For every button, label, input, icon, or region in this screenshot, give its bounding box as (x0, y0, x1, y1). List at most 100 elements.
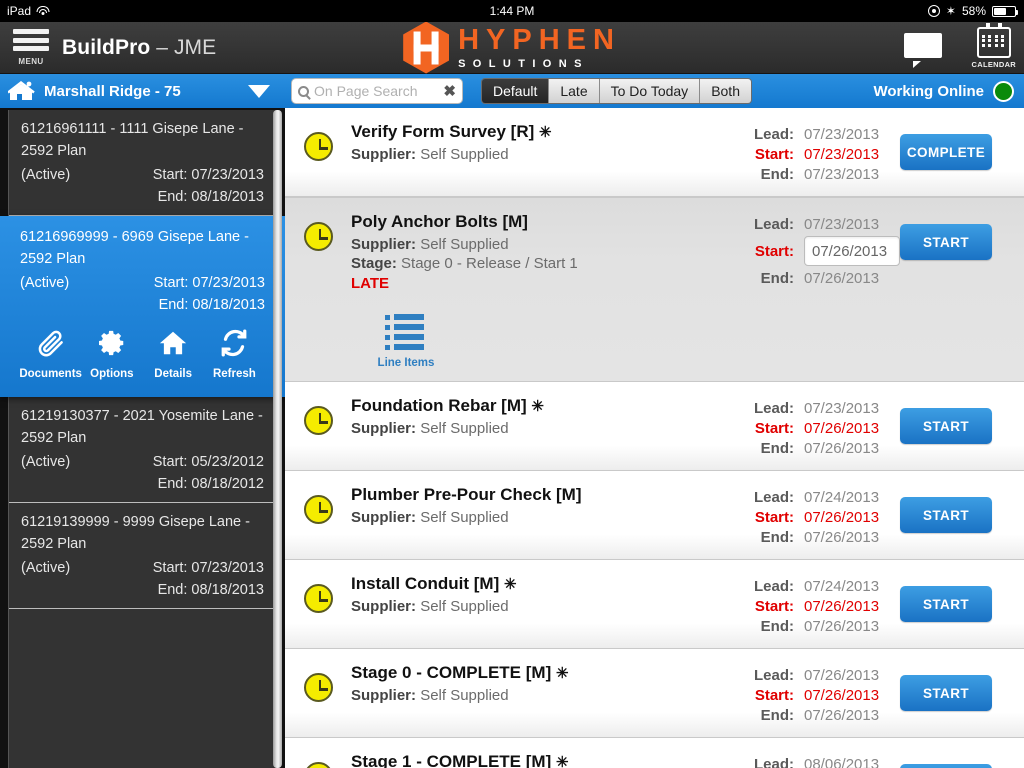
start-value: 07/23/2013 (804, 146, 900, 163)
job-toolbar: Marshall Ridge - 75 ✖ Default Late To Do… (0, 74, 1024, 108)
line-items-button[interactable]: Line Items (369, 314, 443, 369)
table-row[interactable]: Verify Form Survey [R] ✳ Supplier: Self … (285, 108, 1024, 197)
documents-button[interactable]: Documents (22, 328, 80, 385)
end-value: 07/26/2013 (804, 270, 900, 287)
chevron-down-icon[interactable] (248, 85, 270, 98)
task-supplier: Supplier: Self Supplied (351, 420, 702, 437)
hyphen-hexagon-logo (403, 22, 449, 74)
task-name-text: Plumber Pre-Pour Check [M] (351, 485, 582, 504)
job-selector[interactable]: Marshall Ridge - 75 (0, 74, 285, 108)
task-action-cell: START (900, 485, 1024, 533)
calendar-tab-left (986, 23, 990, 29)
task-name: Stage 1 - COMPLETE [M] ✳ (351, 752, 702, 768)
task-action-cell: START (900, 752, 1024, 768)
supplier-label: Supplier: (351, 146, 416, 163)
table-row[interactable]: Stage 0 - COMPLETE [M] ✳ Supplier: Self … (285, 649, 1024, 738)
refresh-label: Refresh (213, 363, 256, 385)
lead-value: 07/23/2013 (804, 400, 900, 417)
filter-to-do-today[interactable]: To Do Today (600, 79, 701, 103)
battery-percent: 58% (962, 4, 986, 18)
start-value: 07/26/2013 (804, 598, 900, 615)
supplier-label: Supplier: (351, 687, 416, 704)
lead-row: Lead: 08/06/2013 (710, 754, 900, 768)
task-name-text: Stage 1 - COMPLETE [M] (351, 752, 551, 768)
hamburger-bars (13, 29, 49, 55)
table-row-expanded[interactable]: Poly Anchor Bolts [M] Supplier: Self Sup… (285, 197, 1024, 382)
end-row: End: 07/26/2013 (710, 268, 900, 288)
table-row[interactable]: Plumber Pre-Pour Check [M] Supplier: Sel… (285, 471, 1024, 560)
supplier-value: Self Supplied (420, 687, 508, 704)
start-button[interactable]: START (900, 764, 992, 768)
job-status-row: (Active) Start: 07/23/2013 (20, 272, 265, 294)
task-dates: Lead: 07/23/2013 Start: 07/26/2013 End: … (710, 396, 900, 458)
table-row[interactable]: Install Conduit [M] ✳ Supplier: Self Sup… (285, 560, 1024, 649)
ios-status-bar: iPad 1:44 PM ✶ 58% (0, 0, 1024, 22)
search-input-wrapper[interactable]: ✖ (291, 78, 463, 104)
asterisk-icon: ✳ (556, 754, 569, 768)
lead-value: 07/23/2013 (804, 126, 900, 143)
search-input[interactable] (314, 83, 440, 99)
supplier-label: Supplier: (351, 509, 416, 526)
lead-value: 07/23/2013 (804, 216, 900, 233)
end-value: 07/26/2013 (804, 529, 900, 546)
lead-label: Lead: (738, 216, 794, 233)
list-item[interactable]: 61219130377 - 2021 Yosemite Lane - 2592 … (9, 397, 276, 503)
start-button[interactable]: START (900, 224, 992, 260)
refresh-button[interactable]: Refresh (205, 328, 263, 385)
job-start: Start: 05/23/2012 (153, 451, 264, 473)
asterisk-icon: ✳ (556, 665, 569, 682)
start-button[interactable]: START (900, 586, 992, 622)
hamburger-menu-icon[interactable]: MENU (0, 22, 62, 74)
complete-button[interactable]: COMPLETE (900, 134, 992, 170)
job-title: 61219130377 - 2021 Yosemite Lane - 2592 … (21, 405, 264, 449)
filter-segmented-control[interactable]: Default Late To Do Today Both (481, 78, 752, 104)
lead-value: 07/24/2013 (804, 578, 900, 595)
start-label: Start: (738, 598, 794, 615)
sidebar-scrollbar[interactable] (273, 110, 282, 768)
task-supplier: Supplier: Self Supplied (351, 236, 702, 253)
documents-label: Documents (19, 363, 82, 385)
asterisk-icon: ✳ (539, 124, 552, 141)
list-item[interactable]: 61216961111 - 1111 Gisepe Lane - 2592 Pl… (9, 110, 276, 216)
list-item-selected[interactable]: 61216969999 - 6969 Gisepe Lane - 2592 Pl… (0, 216, 285, 397)
stage-value: Stage 0 - Release / Start 1 (401, 255, 578, 272)
supplier-label: Supplier: (351, 598, 416, 615)
filter-default[interactable]: Default (482, 79, 549, 103)
task-status-icon-cell (285, 485, 351, 524)
connection-status[interactable]: Working Online (873, 81, 1014, 102)
clear-x-icon[interactable]: ✖ (440, 82, 456, 100)
job-title: 61216969999 - 6969 Gisepe Lane - 2592 Pl… (20, 226, 265, 270)
start-button[interactable]: START (900, 497, 992, 533)
options-label: Options (90, 363, 133, 385)
task-list: Verify Form Survey [R] ✳ Supplier: Self … (285, 108, 1024, 768)
clock-icon (304, 132, 333, 161)
battery-icon (992, 6, 1016, 17)
start-row: Start: 07/26/2013 (710, 418, 900, 438)
end-label: End: (738, 707, 794, 724)
task-supplier: Supplier: Self Supplied (351, 687, 702, 704)
table-row[interactable]: Stage 1 - COMPLETE [M] ✳ Supplier: Self … (285, 738, 1024, 768)
end-row: End: 07/23/2013 (710, 164, 900, 184)
table-row[interactable]: Foundation Rebar [M] ✳ Supplier: Self Su… (285, 382, 1024, 471)
task-name-text: Verify Form Survey [R] (351, 122, 534, 141)
clock-icon (304, 222, 333, 251)
job-start: Start: 07/23/2013 (154, 272, 265, 294)
details-button[interactable]: Details (144, 328, 202, 385)
list-item[interactable]: 61219139999 - 9999 Gisepe Lane - 2592 Pl… (9, 503, 276, 609)
filter-both[interactable]: Both (700, 79, 751, 103)
job-end: End: 08/18/2013 (20, 294, 265, 316)
brand-secondary: – JME (156, 36, 216, 59)
supplier-value: Self Supplied (420, 236, 508, 253)
end-row: End: 07/26/2013 (710, 705, 900, 725)
start-button[interactable]: START (900, 675, 992, 711)
start-date-input[interactable] (804, 236, 900, 266)
calendar-icon[interactable]: CALENDAR (972, 27, 1016, 69)
chat-bubble-icon[interactable] (904, 33, 942, 63)
start-button[interactable]: START (900, 408, 992, 444)
logo-hyphen-text: HYPHEN (458, 26, 621, 55)
options-button[interactable]: Options (83, 328, 141, 385)
asterisk-icon: ✳ (504, 576, 517, 593)
clock-icon (304, 762, 333, 768)
filter-late[interactable]: Late (549, 79, 599, 103)
task-name: Verify Form Survey [R] ✳ (351, 122, 702, 142)
